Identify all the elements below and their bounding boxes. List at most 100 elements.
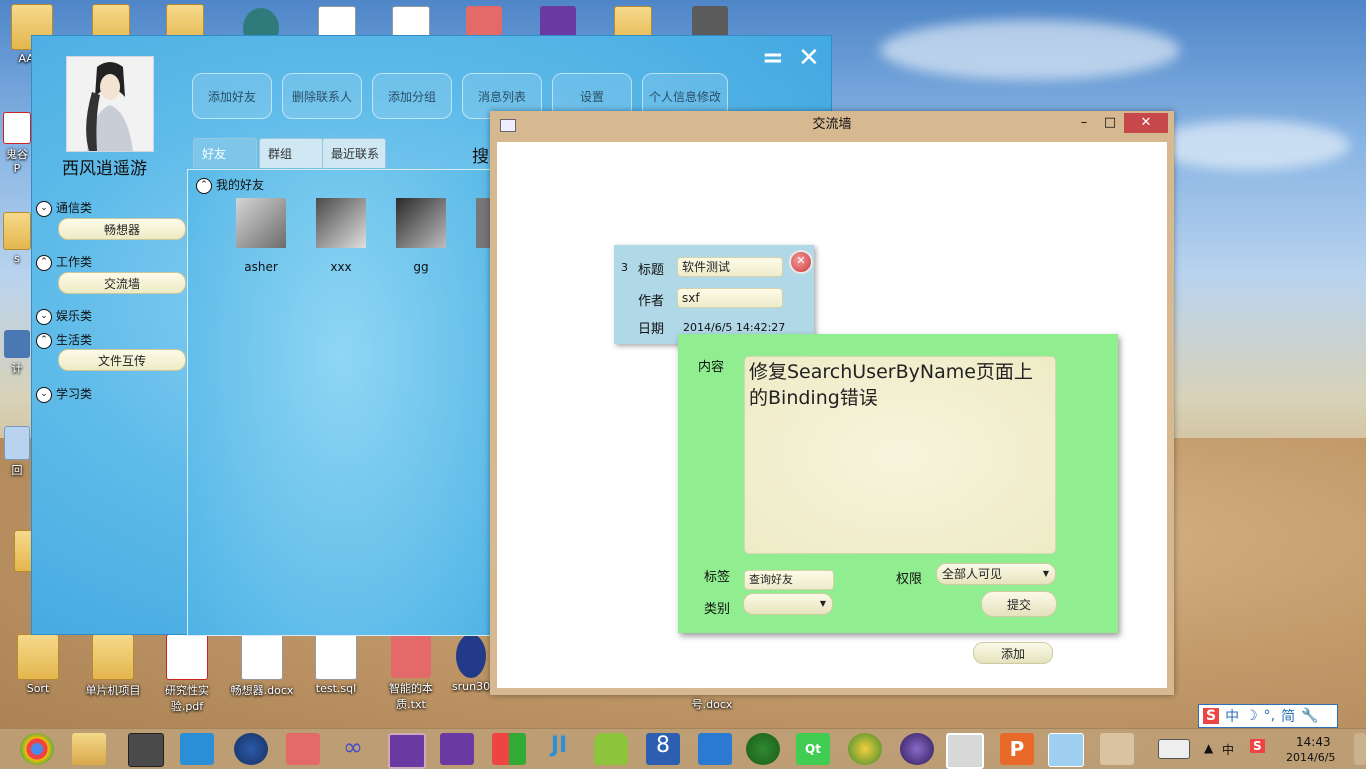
sublime-icon[interactable] (128, 733, 164, 767)
chevron-down-icon: ⌄ (36, 308, 52, 325)
avatar-app-icon[interactable] (946, 733, 984, 769)
category-entertainment[interactable]: ⌄ 娱乐类 (36, 307, 92, 325)
desktop-icon-docx[interactable]: 畅想器.docx (224, 634, 300, 698)
powershell-icon[interactable] (698, 733, 732, 765)
minimize-icon[interactable]: = (762, 45, 784, 71)
app-8-icon[interactable]: 8 (646, 733, 680, 765)
friend-item[interactable]: asher (226, 198, 296, 274)
file-explorer-icon[interactable] (72, 733, 106, 765)
avatar[interactable] (66, 56, 154, 152)
keyboard-icon[interactable] (1158, 739, 1190, 759)
search-label[interactable]: 搜 (472, 142, 489, 167)
chevron-down-icon: ⌄ (36, 200, 52, 217)
add-friend-button[interactable]: 添加好友 (192, 73, 272, 119)
friend-avatar (316, 198, 366, 248)
friend-avatar (236, 198, 286, 248)
qq-browser-icon[interactable] (180, 733, 214, 765)
user-name: 西风逍遥游 (62, 159, 147, 179)
ime-toolbar[interactable]: S 中 ☽ °, 简 🔧 (1198, 704, 1338, 728)
qt-icon[interactable]: Qt (796, 733, 830, 765)
author-label: 作者 (638, 294, 665, 309)
desktop-icon-txt[interactable]: 智能的本质.txt (376, 634, 446, 712)
desktop-icon-test-sql[interactable]: test.sql (304, 634, 368, 695)
category-life[interactable]: ⌃ 生活类 (36, 331, 92, 349)
visual-studio-icon[interactable] (440, 733, 474, 765)
tray-ime[interactable]: 中 (1222, 741, 1234, 758)
chevron-up-icon: ⌃ (36, 254, 52, 271)
android-icon[interactable] (594, 733, 628, 765)
desktop-icon-computer[interactable]: 计 (0, 330, 34, 376)
close-icon[interactable]: ✕ (1124, 113, 1168, 133)
tab-friends[interactable]: 好友 (193, 138, 257, 168)
punctuation-icon: °, (1263, 708, 1276, 724)
category-comm[interactable]: ⌄ 通信类 (36, 199, 92, 217)
word-doc-icon (241, 634, 283, 680)
eclipse-icon[interactable] (900, 733, 934, 765)
chevron-up-icon: ⌃ (196, 177, 212, 194)
app-button-file-transfer[interactable]: 文件互传 (58, 349, 186, 371)
clock-time[interactable]: 14:43 (1296, 735, 1331, 749)
content-textarea[interactable]: 修复SearchUserByName页面上的Binding错误 (744, 356, 1056, 554)
jetbrains-icon[interactable]: JI (542, 733, 576, 765)
desktop-icon-pdf[interactable]: 鬼谷 P (0, 112, 34, 175)
chrome-icon[interactable] (20, 733, 54, 765)
sql-file-icon (315, 634, 357, 680)
app-grid-icon[interactable] (492, 733, 526, 765)
wall-post-card[interactable]: 3 标题 软件测试 ✕ 作者 sxf 日期 2014/6/5 14:42:27 (614, 245, 814, 344)
tray-expand-icon[interactable]: ▲ (1204, 741, 1213, 755)
visual-studio-icon[interactable] (388, 733, 426, 769)
desktop-icon-recycle[interactable]: 回 (0, 426, 34, 478)
flower-app-icon[interactable] (1048, 733, 1084, 767)
app-button-jiaoliuqiang[interactable]: 交流墙 (58, 272, 186, 294)
date-label: 日期 (638, 322, 665, 337)
ball-icon[interactable] (848, 733, 882, 765)
app-button-changxiangqi[interactable]: 畅想器 (58, 218, 186, 240)
close-icon[interactable]: ✕ (798, 45, 820, 71)
wrench-icon: 🔧 (1301, 708, 1319, 724)
submit-button[interactable]: 提交 (981, 591, 1057, 617)
friend-group-header[interactable]: ⌃ 我的好友 (196, 176, 264, 194)
wall-window: 交流墙 – □ ✕ 3 标题 软件测试 ✕ 作者 sxf 日期 2014/6/5… (490, 111, 1174, 695)
add-group-button[interactable]: 添加分组 (372, 73, 452, 119)
minimize-icon[interactable]: – (1070, 113, 1098, 133)
tab-recent[interactable]: 最近联系 (322, 138, 386, 168)
author-value: sxf (677, 288, 783, 308)
sogou-tray-icon[interactable]: S (1250, 739, 1265, 753)
desktop-icon-sort[interactable]: Sort (6, 634, 70, 695)
pdf-icon (3, 112, 31, 144)
friend-item[interactable]: gg (386, 198, 456, 274)
maximize-icon[interactable]: □ (1096, 113, 1124, 133)
desktop-icon-mcu-project[interactable]: 单片机项目 (78, 634, 148, 698)
desktop-icon-research-pdf[interactable]: 研究性实验.pdf (152, 634, 222, 714)
category-select[interactable]: ▼ (743, 593, 833, 615)
delete-contact-button[interactable]: 删除联系人 (282, 73, 362, 119)
show-desktop-button[interactable] (1354, 733, 1366, 765)
chevron-up-icon: ⌃ (36, 332, 52, 349)
desktop-icon-docx-2[interactable]: 号.docx (680, 696, 744, 712)
paint-icon[interactable] (1100, 733, 1134, 765)
thunderbird-icon[interactable] (234, 733, 268, 765)
new-post-editor: 内容 修复SearchUserByName页面上的Binding错误 标签 查询… (678, 334, 1118, 633)
tab-groups[interactable]: 群组 (259, 138, 323, 168)
folder-icon (17, 634, 59, 680)
desktop-icon-srun[interactable]: srun30 (450, 634, 492, 693)
friend-list-panel: ⌃ 我的好友 asher xxx gg (187, 169, 499, 636)
friend-item[interactable]: xxx (306, 198, 376, 274)
infinity-icon[interactable]: ∞ (336, 733, 370, 765)
add-post-button[interactable]: 添加 (973, 642, 1053, 664)
chevron-down-icon: ⌄ (36, 386, 52, 403)
tree-icon[interactable] (746, 733, 780, 765)
delete-post-icon[interactable]: ✕ (789, 250, 813, 274)
category-study[interactable]: ⌄ 学习类 (36, 385, 92, 403)
title-label: 标题 (638, 263, 665, 278)
notes-icon[interactable] (286, 733, 320, 765)
clock-date[interactable]: 2014/6/5 (1286, 751, 1335, 764)
desktop-icon-s[interactable]: s (0, 212, 34, 265)
taskbar: ∞ JI 8 Qt P ▲ 中 S 14:43 2014/6/5 (0, 728, 1366, 769)
category-work[interactable]: ⌃ 工作类 (36, 253, 92, 271)
tag-input[interactable]: 查询好友 (744, 570, 834, 590)
app-p-icon[interactable]: P (1000, 733, 1034, 765)
pdf-icon (166, 634, 208, 680)
notes-icon (391, 634, 431, 678)
permission-select[interactable]: 全部人可见 ▼ (936, 563, 1056, 585)
